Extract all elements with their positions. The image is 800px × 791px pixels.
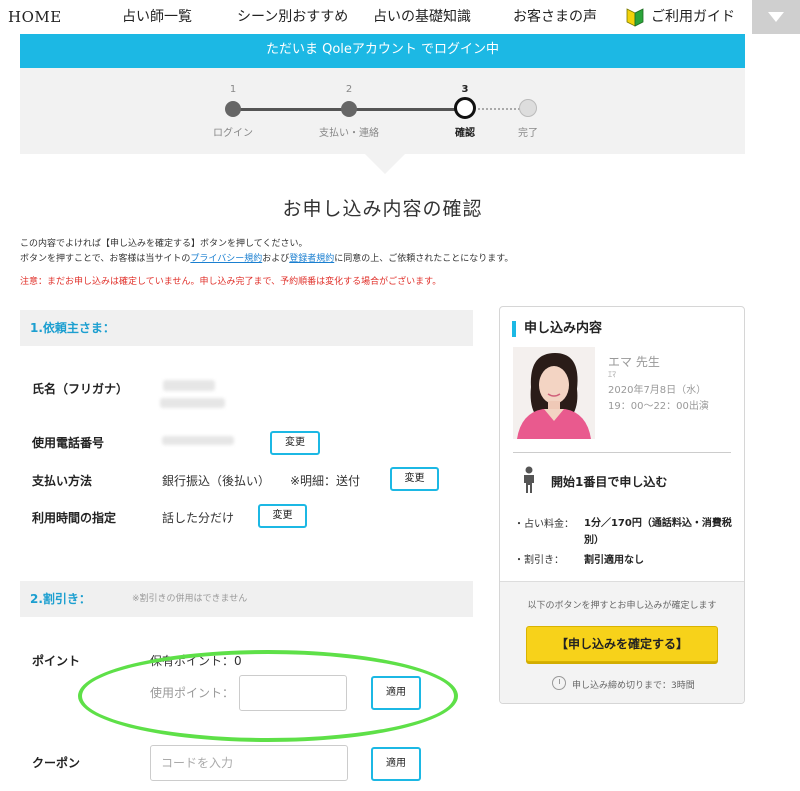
payment-change-button[interactable]: 変更 bbox=[390, 467, 439, 491]
step-panel-pointer bbox=[365, 154, 405, 174]
summary-title: 申し込み内容 bbox=[512, 321, 602, 337]
order-position: 開始1番目で申し込む bbox=[551, 475, 668, 489]
step-4-label: 完了 bbox=[518, 128, 538, 139]
page-title: お申し込み内容の確認 bbox=[282, 198, 483, 220]
step-2-label: 支払い・連絡 bbox=[319, 128, 379, 139]
confirm-note: 以下のボタンを押すとお申し込みが確定します bbox=[527, 601, 717, 611]
teller-kana: ｴﾏ bbox=[608, 370, 616, 379]
client-section-title: 1.依頼主さま： bbox=[30, 321, 115, 335]
coupon-label: クーポン bbox=[32, 756, 81, 770]
appointment-date: 2020年7月8日（水） bbox=[608, 385, 707, 396]
points-label: ポイント bbox=[32, 654, 81, 668]
instruction-text-b: および bbox=[262, 254, 290, 264]
step-3-current-dot bbox=[454, 97, 476, 119]
instruction-line-2: ボタンを押すことで、お客様は当サイトのプライバシー規約および登録者規約に同意の上… bbox=[20, 251, 513, 264]
fee-value: 1分／170円（通話料込・消費税別） bbox=[584, 518, 732, 546]
instruction-line-1: この内容でよければ【申し込みを確定する】ボタンを押してください。 bbox=[20, 239, 308, 249]
person-standing-icon bbox=[524, 466, 534, 493]
name-label: 氏名（フリガナ） bbox=[32, 382, 129, 396]
instruction-text-c: に同意の上、ご依頼されたことになります。 bbox=[334, 254, 514, 264]
login-status-banner: ただいま Qoleアカウント でログイン中 bbox=[20, 34, 745, 68]
beginner-mark-icon bbox=[626, 8, 644, 27]
teller-name[interactable]: エマ 先生 bbox=[608, 353, 660, 370]
caret-down-icon bbox=[768, 12, 784, 22]
client-section-header: 1.依頼主さま： bbox=[20, 310, 473, 346]
payment-label: 支払い方法 bbox=[32, 474, 93, 488]
points-use-label: 使用ポイント： bbox=[150, 686, 235, 700]
payment-value: 銀行振込（後払い） bbox=[162, 474, 271, 488]
discount-section-header: 2.割引き： ※割引きの併用はできません bbox=[20, 581, 473, 617]
summary-divider bbox=[513, 452, 731, 453]
step-remaining-line bbox=[478, 108, 520, 110]
terms-link[interactable]: 登録者規約 bbox=[289, 254, 334, 264]
time-value: 話した分だけ bbox=[162, 511, 235, 525]
coupon-apply-button[interactable]: 適用 bbox=[371, 747, 421, 781]
order-summary-card: 申し込み内容 エマ 先生 ｴﾏ 2020年7月8日（水） 19：00〜22：00… bbox=[499, 306, 745, 704]
discount-value: 割引適用なし bbox=[584, 555, 644, 566]
top-navigation: HOME 占い師一覧 シーン別おすすめ 占いの基礎知識 お客さまの声 ご利用ガイ… bbox=[0, 0, 800, 34]
points-apply-button[interactable]: 適用 bbox=[371, 676, 421, 710]
nav-reviews-link[interactable]: お客さまの声 bbox=[513, 0, 597, 34]
discount-section-title: 2.割引き： bbox=[30, 592, 91, 606]
time-change-button[interactable]: 変更 bbox=[258, 504, 307, 528]
time-label: 利用時間の指定 bbox=[32, 511, 117, 525]
payment-detail: ※明細：送付 bbox=[290, 474, 361, 488]
step-1-number: 1 bbox=[229, 84, 237, 95]
points-owned: 保有ポイント：0 bbox=[150, 654, 242, 668]
discount-section-note: ※割引きの併用はできません bbox=[132, 594, 248, 604]
fortune-teller-portrait-icon bbox=[513, 347, 595, 439]
privacy-policy-link[interactable]: プライバシー規約 bbox=[190, 254, 262, 264]
nav-fortune-tellers-link[interactable]: 占い師一覧 bbox=[122, 0, 192, 34]
confirm-area: 以下のボタンを押すとお申し込みが確定します 【申し込みを確定する】 申し込み締め… bbox=[500, 581, 744, 703]
step-2-dot bbox=[341, 101, 357, 117]
deadline-text: 申し込み締め切りまで：3時間 bbox=[572, 681, 695, 691]
step-2-number: 2 bbox=[345, 84, 353, 95]
confirm-order-button[interactable]: 【申し込みを確定する】 bbox=[526, 626, 718, 662]
clock-icon bbox=[552, 676, 566, 690]
nav-menu-dropdown-button[interactable] bbox=[752, 0, 800, 34]
discount-label: ・割引き： bbox=[514, 555, 564, 566]
phone-change-button[interactable]: 変更 bbox=[270, 431, 320, 455]
step-4-dot bbox=[519, 99, 537, 117]
name-value-blurred bbox=[163, 380, 215, 391]
phone-label: 使用電話番号 bbox=[32, 436, 105, 450]
fortune-teller-photo bbox=[513, 347, 595, 439]
nav-by-scene-link[interactable]: シーン別おすすめ bbox=[237, 0, 348, 34]
instruction-text-a: ボタンを押すことで、お客様は当サイトの bbox=[20, 254, 191, 264]
coupon-code-input[interactable]: コードを入力 bbox=[150, 745, 348, 781]
points-use-input[interactable] bbox=[239, 675, 347, 711]
warning-notice: 注意：まだお申し込みは確定していません。申し込み完了まで、予約順番は変化する場合… bbox=[20, 277, 442, 287]
step-1-label: ログイン bbox=[213, 128, 253, 139]
fee-label: ・占い料金： bbox=[514, 519, 574, 530]
nav-basics-link[interactable]: 占いの基礎知識 bbox=[373, 0, 471, 34]
nav-guide-link[interactable]: ご利用ガイド bbox=[651, 0, 735, 34]
appointment-time: 19：00〜22：00出演 bbox=[608, 401, 709, 412]
step-progress-panel bbox=[20, 68, 745, 154]
furigana-value-blurred bbox=[160, 398, 225, 408]
step-1-dot bbox=[225, 101, 241, 117]
nav-home-link[interactable]: HOME bbox=[8, 0, 62, 34]
phone-value-blurred bbox=[162, 436, 234, 445]
step-3-number: 3 bbox=[461, 84, 469, 95]
